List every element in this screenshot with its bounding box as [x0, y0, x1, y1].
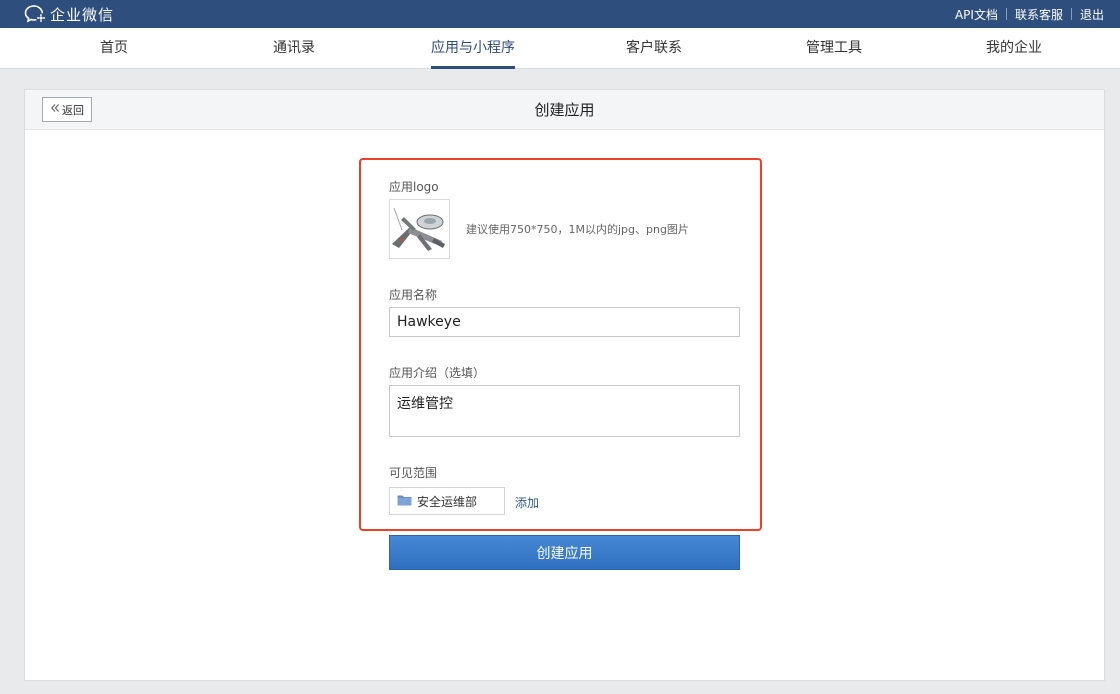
app-name-input[interactable]: Hawkeye: [389, 307, 740, 337]
page-title: 创建应用: [534, 101, 595, 119]
visibility-label: 可见范围: [389, 466, 438, 480]
nav-item-management-tools[interactable]: 管理工具: [806, 28, 862, 69]
logout-link[interactable]: 退出: [1072, 6, 1112, 23]
nav-item-home[interactable]: 首页: [100, 28, 128, 69]
logo-hint: 建议使用750*750，1M以内的jpg、png图片: [466, 223, 689, 236]
logo-label: 应用logo: [389, 180, 439, 194]
department-name: 安全运维部: [417, 494, 478, 509]
create-app-card: 返回 创建应用 应用logo 建议使用750*750，1M以内的jpg、png图…: [24, 89, 1105, 681]
aircraft-logo-image: [390, 200, 449, 258]
add-visibility-link[interactable]: 添加: [515, 494, 539, 511]
create-app-button[interactable]: 创建应用: [389, 535, 740, 570]
nav-item-my-company[interactable]: 我的企业: [986, 28, 1042, 69]
nav-item-apps[interactable]: 应用与小程序: [431, 28, 515, 69]
app-description-textarea[interactable]: 运维管控: [389, 385, 740, 437]
card-header: 返回 创建应用: [25, 90, 1104, 130]
brand-logo[interactable]: 企业微信: [24, 3, 114, 25]
nav-item-contacts[interactable]: 通讯录: [273, 28, 315, 69]
app-description-label: 应用介绍（选填）: [389, 366, 486, 380]
brand-name: 企业微信: [50, 5, 115, 24]
app-name-label: 应用名称: [389, 288, 438, 302]
api-docs-link[interactable]: API文档: [947, 6, 1006, 23]
nav-item-customer-contact[interactable]: 客户联系: [626, 28, 682, 69]
contact-support-link[interactable]: 联系客服: [1007, 6, 1071, 23]
wework-logo-icon: [24, 5, 46, 23]
department-tag[interactable]: 安全运维部: [389, 487, 505, 515]
app-logo-upload[interactable]: [389, 199, 450, 259]
folder-icon: [397, 494, 412, 509]
main-nav: 首页 通讯录 应用与小程序 客户联系 管理工具 我的企业: [0, 28, 1120, 69]
top-bar: 企业微信 API文档 联系客服 退出: [0, 0, 1120, 28]
top-links: API文档 联系客服 退出: [947, 0, 1112, 28]
